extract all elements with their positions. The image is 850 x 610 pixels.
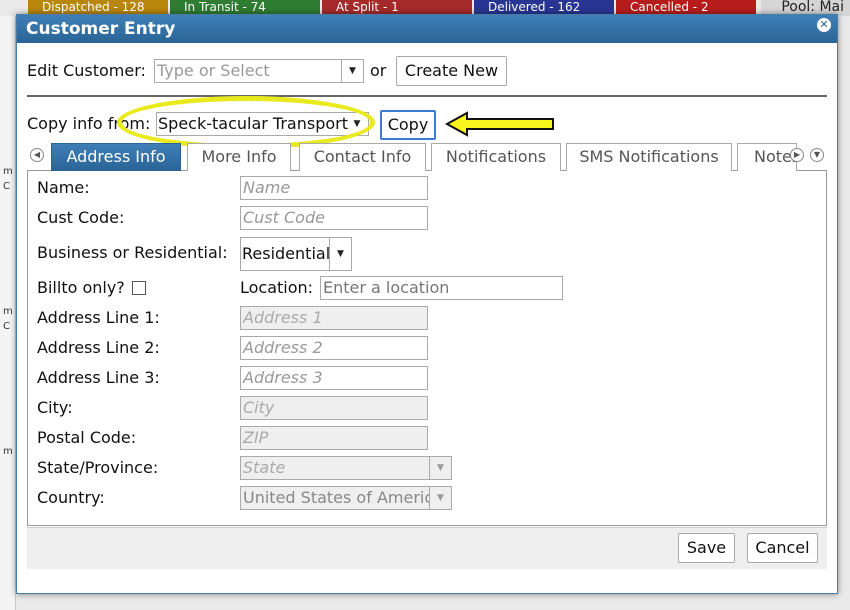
or-text: or — [370, 61, 387, 80]
state-province-select[interactable]: State ▼ — [240, 456, 452, 480]
tab-more-info[interactable]: More Info — [187, 143, 291, 171]
copy-button[interactable]: Copy — [380, 110, 436, 140]
chevron-down-icon[interactable]: ▼ — [341, 60, 363, 82]
address-line-2-label: Address Line 2: — [37, 338, 160, 357]
background-sidebar: m C m C m — [0, 16, 16, 610]
city-label: City: — [37, 398, 73, 417]
tab-menu-icon[interactable]: ▼ — [810, 148, 824, 162]
create-new-button[interactable]: Create New — [396, 56, 507, 86]
address-line-1-input[interactable]: Address 1 — [240, 306, 428, 330]
status-pill[interactable]: Cancelled - 2 — [616, 0, 756, 14]
tab-bar: ◀ Address Info More Info Contact Info No… — [27, 143, 827, 171]
status-pill[interactable]: In Transit - 74 — [170, 0, 320, 14]
location-label: Location: — [240, 278, 314, 297]
billto-label: Billto only? — [37, 278, 125, 297]
status-pill[interactable]: Dispatched - 128 — [28, 0, 168, 14]
edit-customer-placeholder: Type or Select — [157, 61, 270, 80]
pointer-arrow-icon — [445, 111, 554, 137]
edit-customer-label: Edit Customer: — [27, 61, 146, 80]
address-line-2-input[interactable]: Address 2 — [240, 336, 428, 360]
cust-code-label: Cust Code: — [37, 208, 125, 227]
tab-notifications[interactable]: Notifications — [431, 143, 561, 171]
city-input[interactable]: City — [240, 396, 428, 420]
chevron-down-icon[interactable]: ▼ — [429, 457, 451, 479]
postal-code-label: Postal Code: — [37, 428, 137, 447]
country-select[interactable]: United States of America ▼ — [240, 486, 452, 510]
close-icon[interactable]: ✕ — [817, 18, 831, 32]
cancel-button[interactable]: Cancel — [747, 533, 818, 563]
cust-code-input[interactable]: Cust Code — [240, 206, 428, 230]
address-line-1-label: Address Line 1: — [37, 308, 160, 327]
tab-contact-info[interactable]: Contact Info — [299, 143, 426, 171]
status-pill[interactable]: At Split - 1 — [322, 0, 472, 14]
tab-scroll-left-icon[interactable]: ◀ — [30, 148, 44, 162]
edit-customer-select[interactable]: Type or Select ▼ — [154, 59, 364, 83]
location-input[interactable]: Enter a location — [320, 276, 563, 300]
chevron-down-icon[interactable]: ▼ — [429, 487, 451, 509]
name-input[interactable]: Name — [240, 176, 428, 200]
chevron-down-icon[interactable]: ▼ — [329, 238, 351, 270]
state-province-placeholder: State — [243, 458, 286, 477]
name-label: Name: — [37, 178, 90, 197]
highlight-ellipse — [117, 96, 375, 149]
tab-sms-notifications[interactable]: SMS Notifications — [566, 143, 732, 171]
business-residential-value: Residential — [242, 244, 331, 263]
divider — [27, 95, 827, 97]
business-residential-select[interactable]: Residential ▼ — [240, 237, 352, 271]
dialog-title: Customer Entry — [17, 15, 837, 43]
status-pill[interactable]: Delivered - 162 — [474, 0, 614, 14]
postal-code-input[interactable]: ZIP — [240, 426, 428, 450]
billto-checkbox[interactable] — [132, 281, 146, 295]
customer-entry-dialog: Customer Entry ✕ Edit Customer: Type or … — [16, 14, 838, 594]
tab-scroll-right-icon[interactable]: ▶ — [790, 148, 804, 162]
save-button[interactable]: Save — [678, 533, 735, 563]
address-line-3-label: Address Line 3: — [37, 368, 160, 387]
address-line-3-input[interactable]: Address 3 — [240, 366, 428, 390]
tab-notes[interactable]: Notes — [737, 143, 797, 171]
business-residential-label: Business or Residential: — [37, 243, 228, 262]
country-value: United States of America — [243, 488, 429, 507]
country-label: Country: — [37, 488, 105, 507]
state-province-label: State/Province: — [37, 458, 159, 477]
tab-address-info[interactable]: Address Info — [51, 143, 181, 171]
